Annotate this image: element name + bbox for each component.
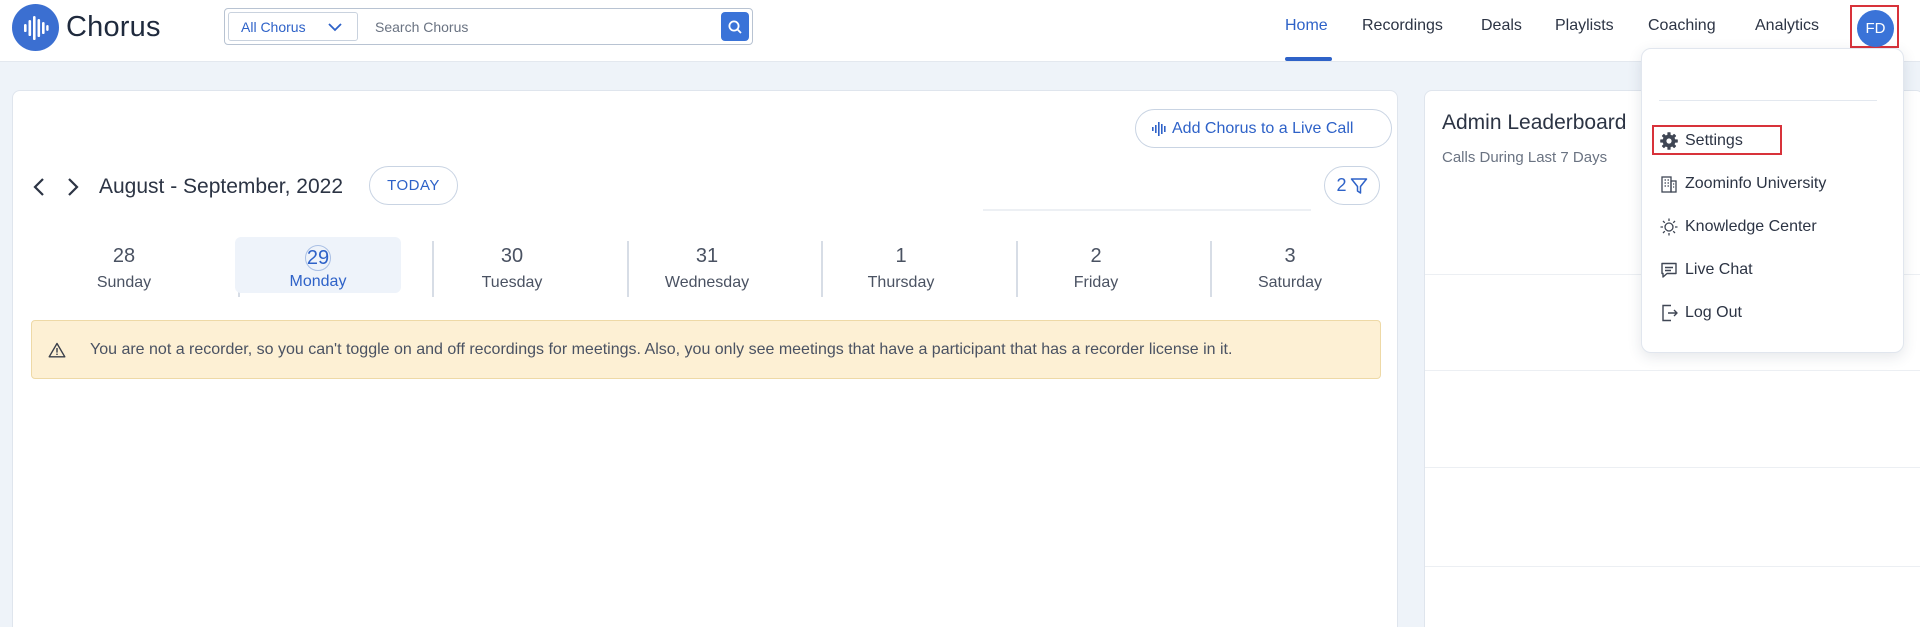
day-number: 3	[1284, 245, 1296, 267]
menu-item-log-out[interactable]: Log Out	[1658, 301, 1742, 325]
nav-deals[interactable]: Deals	[1481, 17, 1522, 35]
menu-item-settings[interactable]: Settings	[1658, 129, 1743, 153]
leaderboard-subtitle: Calls During Last 7 Days	[1442, 149, 1608, 166]
day-cell[interactable]: 30 Tuesday	[415, 237, 609, 297]
recorder-warning-banner: You are not a recorder, so you can't tog…	[31, 320, 1381, 379]
top-bar: Chorus All Chorus Home Recordings Deals …	[0, 0, 1920, 62]
leaderboard-row-divider	[1425, 370, 1920, 371]
add-chorus-live-call-button[interactable]: Add Chorus to a Live Call	[1135, 109, 1392, 148]
filter-divider	[983, 209, 1311, 211]
menu-item-label: Log Out	[1685, 304, 1742, 321]
leaderboard-title: Admin Leaderboard	[1442, 111, 1627, 134]
day-number: 28	[112, 245, 136, 267]
add-live-call-label: Add Chorus to a Live Call	[1172, 119, 1354, 137]
week-days-strip: 28 Sunday 29 Monday 30 Tuesday 31 Wednes…	[27, 237, 1387, 297]
day-number: 31	[695, 245, 719, 267]
calendar-card: Add Chorus to a Live Call August - Septe…	[12, 90, 1398, 627]
day-number: 29	[221, 245, 415, 271]
day-number: 30	[500, 245, 524, 267]
menu-item-label: Knowledge Center	[1685, 218, 1817, 235]
search-bar: All Chorus	[224, 8, 753, 45]
leaderboard-row-divider	[1425, 467, 1920, 468]
building-icon	[1658, 174, 1679, 195]
day-cell[interactable]: 1 Thursday	[804, 237, 998, 297]
nav-playlists[interactable]: Playlists	[1555, 17, 1614, 35]
menu-item-label: Zoominfo University	[1685, 175, 1827, 192]
filter-icon	[1350, 177, 1368, 195]
day-name: Tuesday	[481, 274, 543, 291]
nav-active-indicator	[1285, 57, 1332, 61]
day-name: Saturday	[1257, 274, 1323, 291]
day-name: Monday	[289, 273, 347, 290]
day-name: Wednesday	[664, 274, 750, 291]
menu-item-knowledge-center[interactable]: Knowledge Center	[1658, 215, 1817, 239]
day-name: Thursday	[867, 274, 935, 291]
day-cell[interactable]: 28 Sunday	[27, 237, 221, 297]
chevron-right-icon[interactable]	[61, 175, 85, 199]
day-number-circle: 29	[305, 245, 331, 271]
menu-item-zoominfo-university[interactable]: Zoominfo University	[1658, 172, 1826, 196]
nav-analytics[interactable]: Analytics	[1755, 17, 1819, 35]
day-number: 2	[1090, 245, 1102, 267]
nav-coaching[interactable]: Coaching	[1648, 17, 1716, 35]
day-cell[interactable]: 31 Wednesday	[610, 237, 804, 297]
day-name: Sunday	[96, 274, 152, 291]
lightbulb-icon	[1658, 217, 1679, 238]
filter-count: 2	[1336, 175, 1347, 195]
today-button[interactable]: TODAY	[369, 166, 458, 205]
app-logo[interactable]: Chorus	[12, 4, 161, 51]
day-cell[interactable]: 3 Saturday	[1193, 237, 1387, 297]
menu-item-label: Live Chat	[1685, 261, 1753, 278]
date-navigation: August - September, 2022	[27, 167, 343, 207]
date-range-title: August - September, 2022	[99, 175, 343, 198]
search-input[interactable]	[375, 13, 705, 41]
nav-home[interactable]: Home	[1285, 17, 1328, 35]
day-name: Friday	[1073, 274, 1119, 291]
avatar-highlight: FD	[1850, 5, 1899, 48]
logout-icon	[1658, 303, 1679, 324]
search-scope-select[interactable]: All Chorus	[228, 12, 358, 41]
gear-icon	[1658, 131, 1679, 152]
chorus-logo-icon	[12, 4, 59, 51]
chat-icon	[1658, 260, 1679, 281]
menu-item-live-chat[interactable]: Live Chat	[1658, 258, 1753, 282]
chevron-left-icon[interactable]	[27, 175, 51, 199]
soundwave-icon	[1152, 121, 1168, 136]
user-avatar-button[interactable]: FD	[1857, 10, 1894, 47]
warning-text: You are not a recorder, so you can't tog…	[90, 340, 1233, 358]
app-name: Chorus	[66, 11, 161, 43]
leaderboard-row-divider	[1425, 566, 1920, 567]
menu-item-label: Settings	[1685, 132, 1743, 149]
day-number: 1	[895, 245, 907, 267]
nav-recordings[interactable]: Recordings	[1362, 17, 1443, 35]
warning-icon	[48, 342, 68, 358]
user-menu-dropdown: Settings Zoominfo University Knowledge C…	[1641, 48, 1904, 353]
chevron-down-icon	[327, 20, 343, 37]
search-scope-label: All Chorus	[241, 18, 306, 35]
menu-divider	[1659, 100, 1877, 101]
day-cell-selected[interactable]: 29 Monday	[221, 237, 415, 297]
filter-button[interactable]: 2	[1324, 166, 1380, 205]
search-icon	[727, 19, 743, 35]
day-cell[interactable]: 2 Friday	[999, 237, 1193, 297]
search-button[interactable]	[721, 12, 749, 41]
